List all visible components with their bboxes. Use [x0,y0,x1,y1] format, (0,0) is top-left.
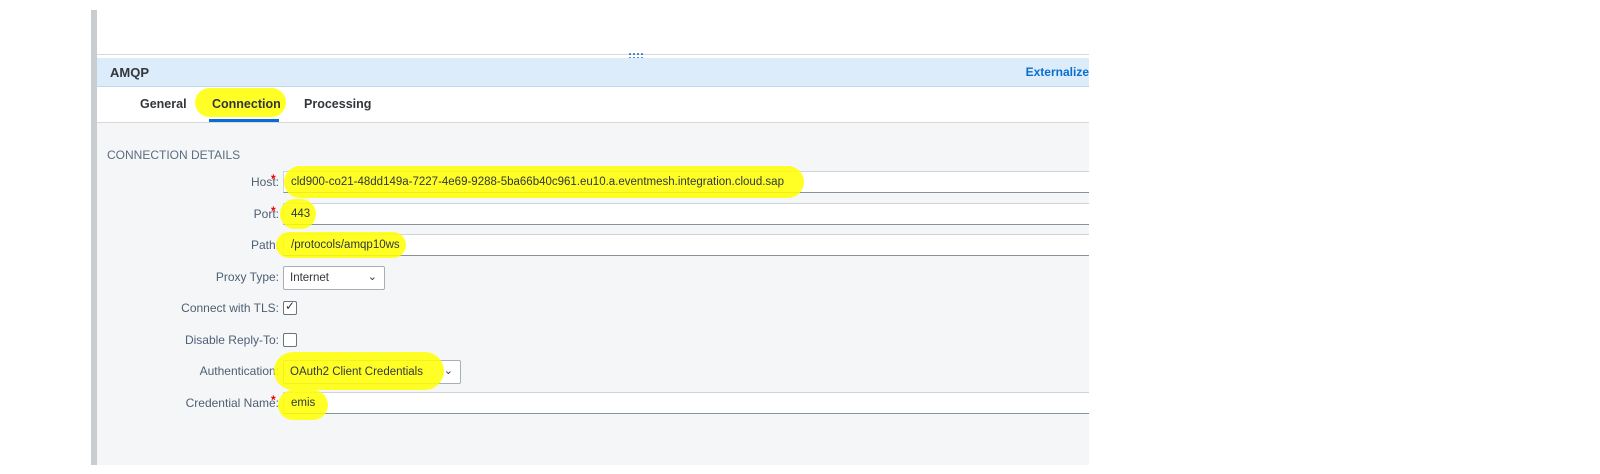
host-value: cld900-co21-48dd149a-7227-4e69-9288-5ba6… [291,176,784,188]
tab-bar: General Connection Processing [97,87,1089,123]
path-label: Path: [250,238,279,252]
port-required-marker: * [271,204,276,218]
active-tab-indicator [209,119,279,122]
port-field[interactable]: 443 [280,199,1089,229]
properties-panel: AMQP Externalize General Connection Proc… [97,10,1089,465]
section-title: CONNECTION DETAILS [107,148,241,162]
chevron-down-icon: ⌄ [443,365,453,377]
chevron-down-icon: ⌄ [367,271,377,283]
credential-name-required-marker: * [271,393,276,407]
proxy-type-label: Proxy Type: [215,270,279,284]
externalize-link[interactable]: Externalize [1026,65,1089,79]
disable-reply-to-label: Disable Reply-To: [184,333,279,347]
checkmark-icon: ✓ [285,299,296,313]
tab-general[interactable]: General [140,97,187,111]
proxy-type-value: Internet [290,272,329,284]
host-field[interactable]: cld900-co21-48dd149a-7227-4e69-9288-5ba6… [283,166,1089,198]
tab-processing[interactable]: Processing [304,97,371,111]
credential-name-value: emis [291,397,316,409]
authentication-value: OAuth2 Client Credentials [290,366,423,378]
tab-connection[interactable]: Connection [212,97,281,111]
credential-name-label: Credential Name: [185,396,279,410]
disable-reply-to-checkbox[interactable] [283,333,297,347]
panel-title: AMQP [110,65,149,80]
port-value: 443 [291,208,311,220]
path-value: /protocols/amqp10ws [291,239,400,251]
connection-form: CONNECTION DETAILS Host: * cld900-co21-4… [97,123,1089,465]
host-required-marker: * [271,172,276,186]
credential-name-field[interactable]: emis [278,390,1089,420]
authentication-select[interactable]: OAuth2 Client Credentials ⌄ [274,352,461,390]
authentication-label: Authentication: [199,364,279,378]
connect-tls-label: Connect with TLS: [181,301,279,315]
proxy-type-select[interactable]: Internet ⌄ [283,266,385,290]
path-field[interactable]: /protocols/amqp10ws [276,232,1089,258]
panel-top-area [97,10,1089,55]
panel-header: AMQP Externalize [97,58,1089,87]
connect-tls-checkbox[interactable]: ✓ [283,299,297,315]
